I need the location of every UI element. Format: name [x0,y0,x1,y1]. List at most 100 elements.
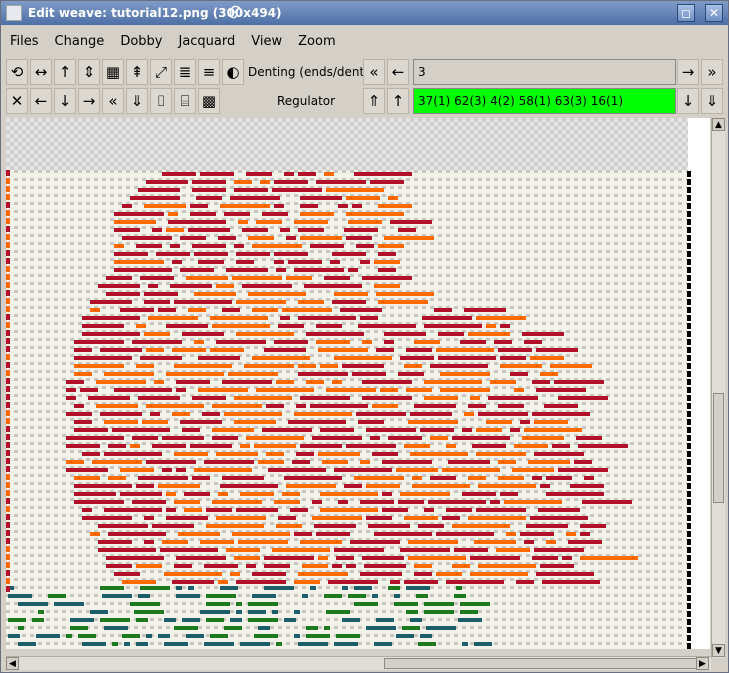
weft-float [332,252,366,256]
checker-icon[interactable]: ▩ [198,88,220,114]
regulator-field[interactable]: 37(1) 62(3) 4(2) 58(1) 63(3) 16(1) [413,88,676,114]
weft-float [320,492,378,496]
weft-float [374,642,392,646]
double-arrow-down-icon[interactable]: ⇓ [126,88,148,114]
weft-float [456,586,462,590]
arrow-up-icon[interactable]: ↑ [54,59,76,85]
arrow-right-icon[interactable]: → [78,88,100,114]
half-tone-icon[interactable]: ◐ [222,59,244,85]
maximize-button[interactable]: ◻ [677,4,695,22]
vertical-scroll-thumb[interactable] [713,393,724,503]
weft-float [516,580,534,584]
weft-float [240,642,270,646]
weft-float [578,444,628,448]
weft-float [536,388,586,392]
weft-float [524,428,582,432]
weft-float [462,492,496,496]
invert-grid-icon[interactable]: ▦ [102,59,124,85]
weft-float [254,634,278,638]
double-arrow-up-icon[interactable]: ⇞ [126,59,148,85]
move-vertical-icon[interactable]: ⇕ [78,59,100,85]
weft-float [174,364,232,368]
weft-float [298,642,328,646]
stairs-right-icon[interactable]: ≣ [174,59,196,85]
denting-field[interactable]: 3 [413,59,676,85]
weft-float [8,618,26,622]
weft-float [436,532,494,536]
weave-canvas[interactable] [6,118,688,649]
scroll-down-arrow-icon[interactable]: ▼ [712,644,725,657]
selvage-mark [6,186,10,192]
denting-prev-button[interactable]: ← [387,59,409,85]
stairs-up-icon[interactable]: ⌷ [150,88,172,114]
weft-float [446,580,504,584]
regulator-last-button[interactable]: ⇓ [701,88,723,114]
denting-label: Denting (ends/dent) [248,65,369,79]
weft-float [300,204,318,208]
selvage-mark [6,394,10,400]
weft-float [462,428,472,432]
weft-float [532,412,590,416]
selvage-mark [6,274,10,280]
weft-float [442,516,460,520]
weft-float [300,540,342,544]
denting-last-button[interactable]: » [701,59,723,85]
weft-float [74,340,124,344]
horizontal-scrollbar[interactable]: ◀ ▶ [6,656,711,670]
double-arrow-left-icon[interactable]: « [102,88,124,114]
weft-float [478,564,536,568]
weft-float [318,348,368,352]
menu-change[interactable]: Change [55,34,105,49]
weave-editor-window: Edit weave: tutorial12.png (300x494) ◻ ✕… [0,0,729,673]
denting-next-button[interactable]: → [677,59,699,85]
menu-jacquard[interactable]: Jacquard [178,34,235,49]
weft-float [192,396,226,400]
menu-view[interactable]: View [251,34,282,49]
weft-float [190,204,208,208]
weft-float [274,180,308,184]
weft-float [374,260,400,264]
menu-dobby[interactable]: Dobby [120,34,162,49]
menu-zoom[interactable]: Zoom [298,34,335,49]
weft-float [522,332,564,336]
weft-float [288,420,346,424]
weft-float [82,324,124,328]
vertical-scrollbar[interactable]: ▲ ▼ [711,118,725,658]
weft-float [324,626,330,630]
weft-float [334,356,392,360]
denting-first-button[interactable]: « [363,59,385,85]
flip-horizontal-icon[interactable]: ↔ [30,59,52,85]
selvage-mark [6,282,10,288]
arrow-left-icon[interactable]: ← [30,88,52,114]
weft-float [248,292,306,296]
scroll-up-arrow-icon[interactable]: ▲ [712,118,725,131]
horizontal-scroll-thumb[interactable] [384,658,704,669]
selvage-mark [6,338,10,344]
weft-float [108,444,126,448]
regulator-next-button[interactable]: ↓ [677,88,699,114]
clear-icon[interactable]: ✕ [6,88,28,114]
rotate-icon[interactable]: ⟲ [6,59,28,85]
weft-float [170,284,212,288]
close-button[interactable]: ✕ [705,4,723,22]
weft-float [100,618,130,622]
weft-float [334,468,392,472]
arrow-down-icon[interactable]: ↓ [54,88,76,114]
scroll-right-arrow-icon[interactable]: ▶ [696,657,709,670]
stairs-left-icon[interactable]: ≡ [198,59,220,85]
weft-float [210,316,268,320]
weft-float [298,228,324,232]
weft-float [274,340,308,344]
weft-float [88,396,130,400]
menu-files[interactable]: Files [10,34,39,49]
regulator-prev-button[interactable]: ↑ [387,88,409,114]
weft-float [266,452,284,456]
weft-float [194,252,228,256]
scroll-left-arrow-icon[interactable]: ◀ [6,657,19,670]
weft-float [96,404,138,408]
stairs-down-icon[interactable]: ⌸ [174,88,196,114]
regulator-first-button[interactable]: ⇑ [363,88,385,114]
weft-float [470,556,520,560]
weft-float [302,594,308,598]
scale-icon[interactable]: ⤢ [150,59,172,85]
